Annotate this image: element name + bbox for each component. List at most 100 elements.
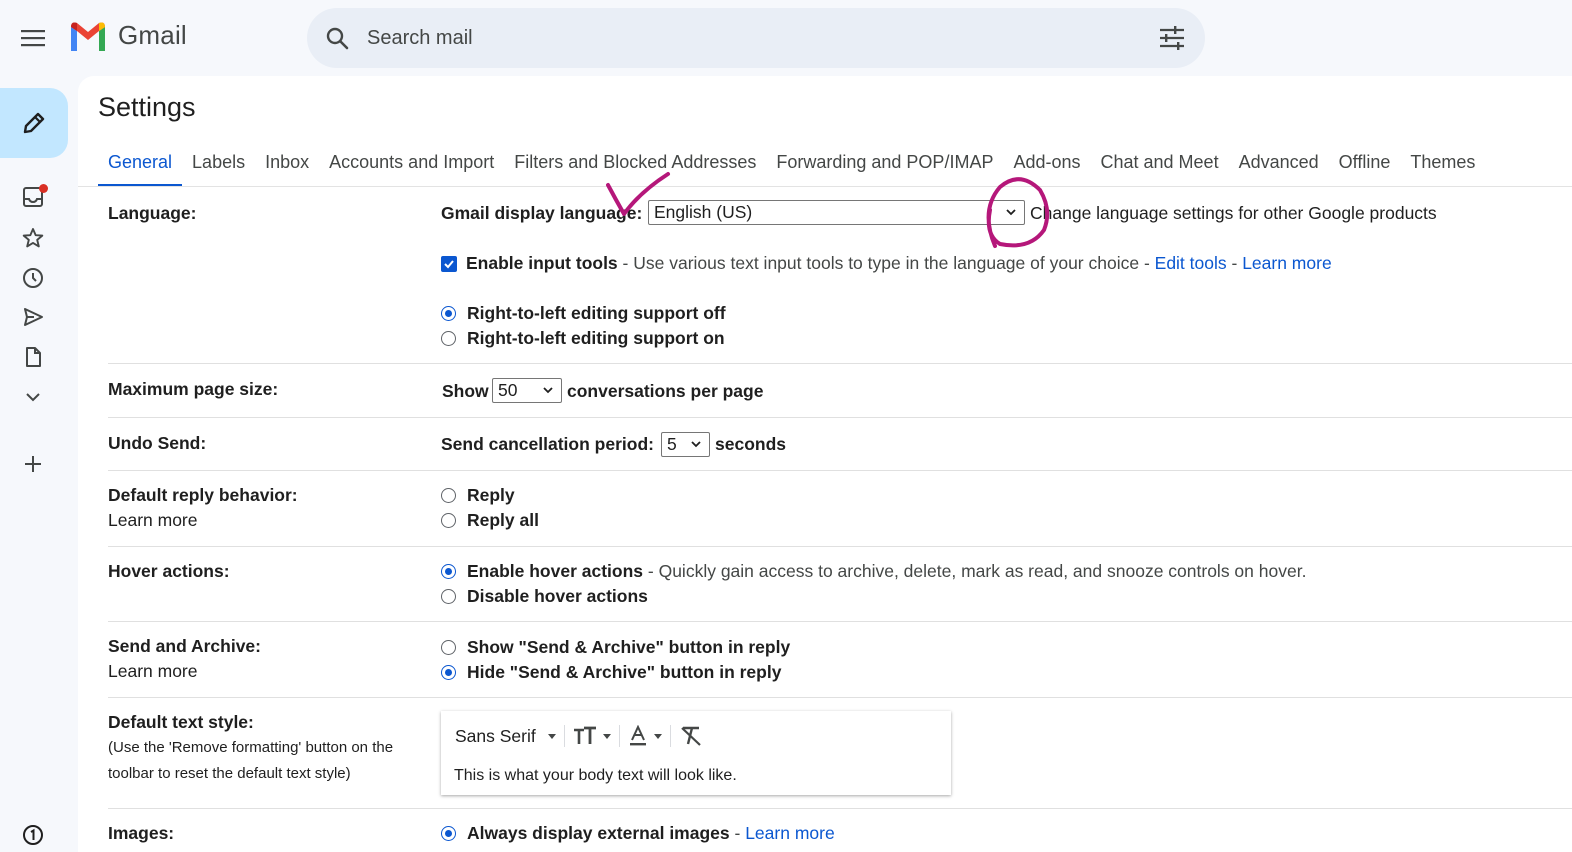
checkmark-icon	[444, 260, 454, 269]
left-rail	[0, 76, 76, 852]
info-circle-icon	[23, 825, 43, 845]
tab-inbox[interactable]: Inbox	[255, 140, 319, 187]
chevron-down-icon	[691, 441, 701, 448]
drafts-nav[interactable]	[18, 342, 48, 372]
font-size-dropdown[interactable]	[569, 726, 615, 746]
tab-advanced[interactable]: Advanced	[1229, 140, 1329, 187]
tab-themes[interactable]: Themes	[1400, 140, 1485, 187]
images-label: Images:	[108, 823, 175, 843]
tab-chat-and-meet[interactable]: Chat and Meet	[1091, 140, 1229, 187]
send-archive-learn-more-link[interactable]: Learn more	[108, 661, 198, 682]
tab-add-ons[interactable]: Add-ons	[1003, 140, 1090, 187]
format-toolbar: Sans Serif	[441, 719, 951, 753]
edit-tools-link[interactable]: Edit tools	[1155, 253, 1227, 273]
text-color-dropdown[interactable]	[624, 725, 666, 747]
row-divider	[108, 621, 1572, 622]
language-label: Language:	[108, 203, 197, 223]
reply-learn-more-link[interactable]: Learn more	[108, 510, 198, 531]
toolbar-divider	[669, 725, 671, 747]
rtl-off-label: Right-to-left editing support off	[467, 303, 726, 323]
enable-hover-radio[interactable]	[441, 564, 456, 579]
display-language-select[interactable]: English (US)	[648, 200, 1025, 225]
chevron-down-icon	[1006, 209, 1016, 216]
dropdown-caret-icon	[653, 733, 662, 739]
chevron-down-icon	[26, 393, 40, 402]
toolbar-divider	[618, 725, 620, 747]
enable-hover-row: Enable hover actions - Quickly gain acce…	[467, 561, 1306, 582]
page-size-suffix: conversations per page	[567, 381, 764, 401]
send-icon	[24, 308, 43, 326]
input-tools-dash: -	[1226, 253, 1243, 273]
reply-behavior-label: Default reply behavior:	[108, 485, 298, 505]
gmail-wordmark: Gmail	[118, 20, 187, 50]
plus-icon	[25, 456, 41, 472]
search-button[interactable]	[307, 8, 367, 68]
reply-all-radio[interactable]	[441, 513, 456, 528]
images-learn-more-link[interactable]: Learn more	[745, 823, 835, 843]
inbox-nav[interactable]	[18, 182, 48, 212]
clock-icon	[23, 268, 43, 288]
text-size-icon	[573, 726, 596, 744]
row-divider	[108, 363, 1572, 364]
change-language-link[interactable]: Change language settings for other Googl…	[1030, 203, 1437, 224]
undo-send-suffix: seconds	[715, 434, 786, 454]
chevron-down-icon	[543, 387, 553, 394]
hide-send-archive-radio[interactable]	[441, 665, 456, 680]
hide-send-archive-label: Hide "Send & Archive" button in reply	[467, 662, 782, 682]
text-color-icon	[629, 725, 646, 746]
remove-formatting-button[interactable]	[675, 725, 707, 747]
hamburger-menu-icon	[21, 30, 45, 47]
always-display-images-label: Always display external images	[467, 823, 730, 843]
tab-offline[interactable]: Offline	[1329, 140, 1401, 187]
compose-button[interactable]	[0, 88, 68, 158]
search-options-button[interactable]	[1157, 23, 1187, 53]
undo-send-select[interactable]: 5	[661, 432, 710, 457]
tab-filters-and-blocked-addresses[interactable]: Filters and Blocked Addresses	[504, 140, 766, 187]
enable-input-tools-checkbox[interactable]	[441, 256, 457, 272]
images-dash: -	[729, 823, 746, 843]
page-size-show: Show	[442, 381, 489, 401]
text-style-note: (Use the 'Remove formatting' button on t…	[108, 735, 393, 787]
font-family-dropdown[interactable]: Sans Serif	[441, 726, 560, 747]
text-style-note-line2: toolbar to reset the default text style)	[108, 765, 351, 782]
input-tools-desc: - Use various text input tools to type i…	[617, 253, 1155, 273]
gmail-logo[interactable]: Gmail	[68, 20, 187, 51]
snoozed-nav[interactable]	[18, 263, 48, 293]
sent-nav[interactable]	[18, 302, 48, 332]
unread-badge	[39, 184, 48, 193]
undo-send-value: 5	[667, 434, 677, 454]
disable-hover-radio[interactable]	[441, 589, 456, 604]
send-archive-label: Send and Archive:	[108, 636, 261, 656]
info-button[interactable]	[18, 820, 48, 850]
starred-nav[interactable]	[18, 223, 48, 253]
more-nav[interactable]	[18, 382, 48, 412]
draft-file-icon	[26, 347, 41, 367]
page-size-label: Maximum page size:	[108, 379, 279, 399]
tab-labels[interactable]: Labels	[182, 140, 255, 187]
display-language-value: English (US)	[654, 202, 753, 222]
show-send-archive-radio[interactable]	[441, 640, 456, 655]
display-language-label: Gmail display language:	[441, 203, 643, 223]
tab-general[interactable]: General	[98, 140, 183, 187]
undo-send-prefix: Send cancellation period:	[441, 434, 654, 454]
enable-hover-label: Enable hover actions	[467, 561, 644, 581]
page-title: Settings	[98, 92, 196, 122]
row-divider	[108, 470, 1572, 471]
tab-forwarding-and-pop-imap[interactable]: Forwarding and POP/IMAP	[766, 140, 1003, 187]
rtl-on-radio[interactable]	[441, 331, 456, 346]
tab-accounts-and-import[interactable]: Accounts and Import	[319, 140, 504, 187]
main-menu-button[interactable]	[14, 20, 52, 56]
input-tools-learn-more-link[interactable]: Learn more	[1242, 253, 1332, 273]
create-label-button[interactable]	[18, 449, 48, 479]
dropdown-caret-icon	[547, 733, 556, 739]
page-size-select[interactable]: 50	[492, 378, 562, 403]
rtl-off-radio[interactable]	[441, 306, 456, 321]
always-display-images-radio[interactable]	[441, 826, 456, 841]
hover-actions-label: Hover actions:	[108, 561, 230, 581]
search-input[interactable]	[367, 26, 1127, 50]
row-divider	[108, 546, 1572, 547]
row-divider	[108, 417, 1572, 418]
reply-option-label: Reply	[467, 485, 515, 505]
reply-radio[interactable]	[441, 488, 456, 503]
tabs-divider	[78, 186, 1572, 187]
